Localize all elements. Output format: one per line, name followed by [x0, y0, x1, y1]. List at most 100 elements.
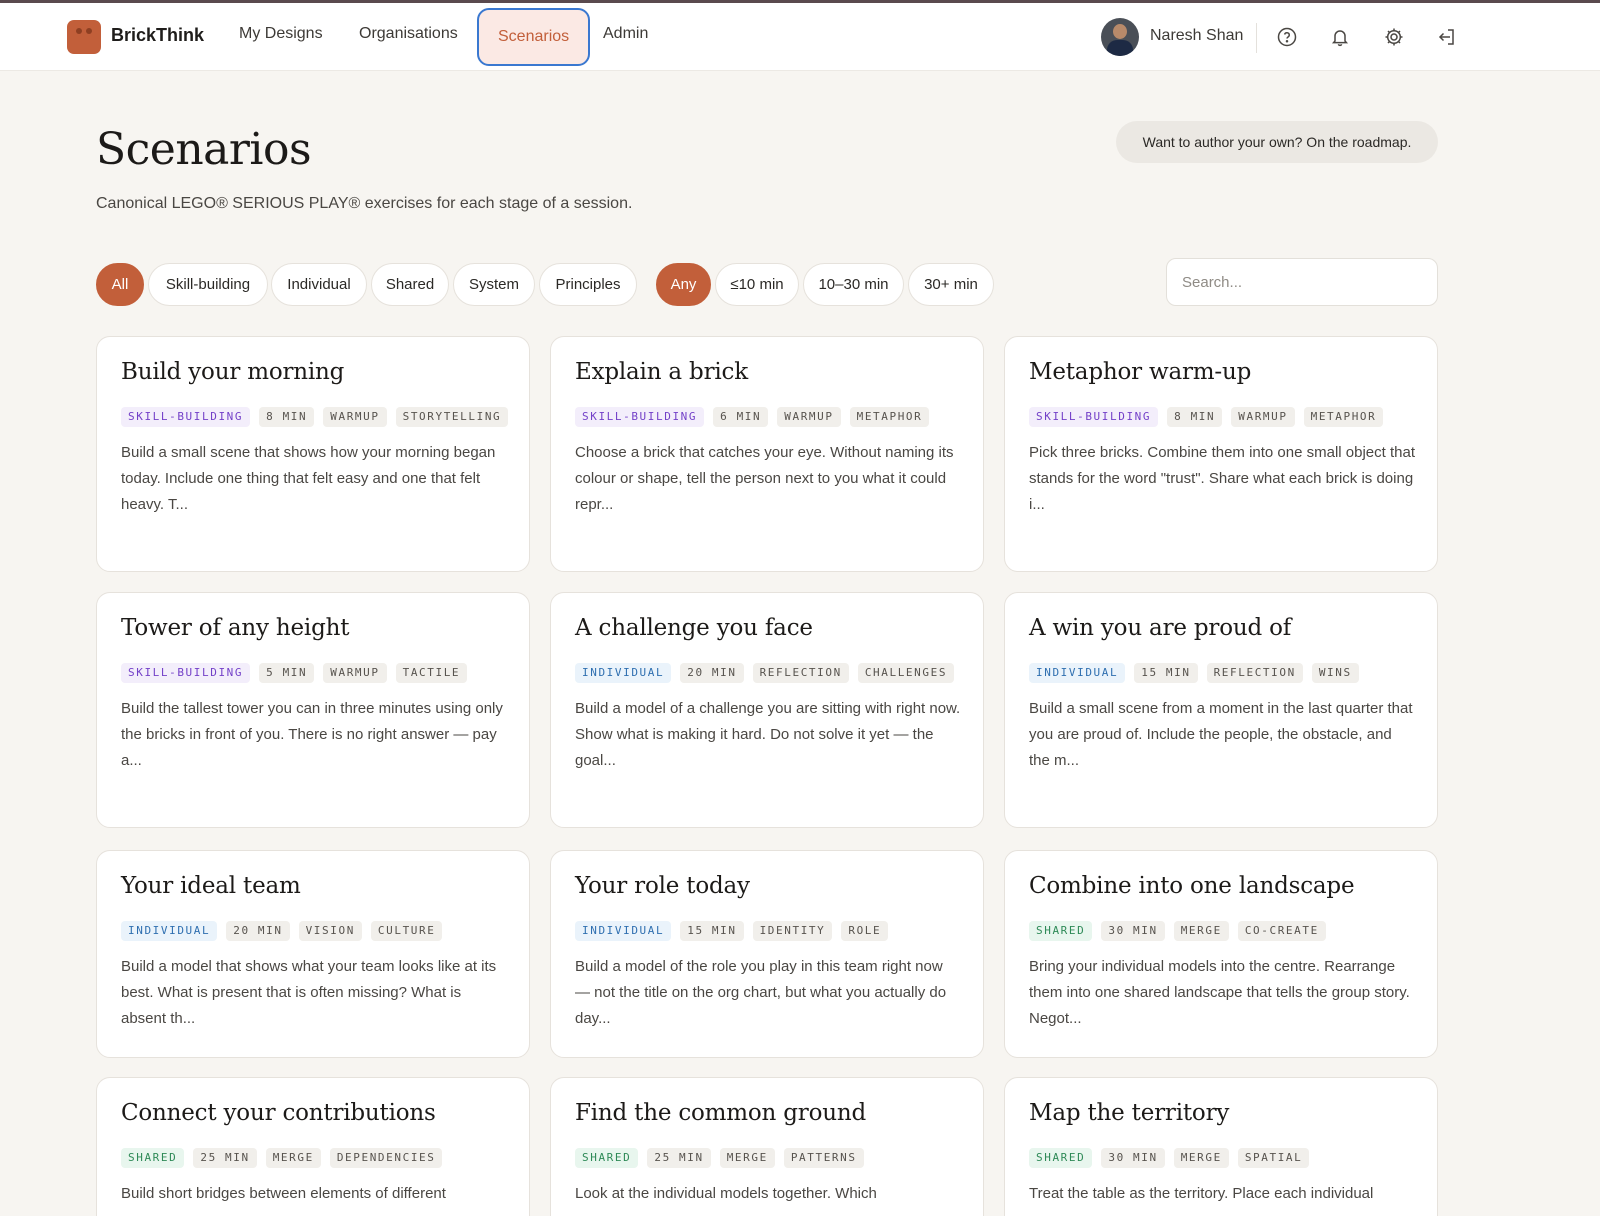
header-divider [1256, 23, 1257, 53]
page-subtitle: Canonical LEGO® SERIOUS PLAY® exercises … [96, 195, 633, 212]
topic-tag: REFLECTION [752, 663, 849, 683]
category-tag: INDIVIDUAL [575, 663, 672, 683]
category-tag: INDIVIDUAL [121, 921, 218, 941]
scenario-card-description: Treat the table as the territory. Place … [1029, 1185, 1374, 1202]
scenario-card-description: Build a small scene that shows how your … [121, 444, 496, 513]
filter-chip-shared[interactable]: Shared [371, 263, 449, 306]
scenario-card[interactable]: Find the common ground SHARED 25 MIN MERGE P… [550, 1077, 984, 1216]
scenario-card-tags: SKILL-BUILDING 8 MIN WARMUP METAPHOR [1029, 407, 1421, 427]
scenario-card-description: Build a model that shows what your team … [121, 958, 497, 1027]
topic-tag: WARMUP [777, 407, 841, 427]
category-tag: INDIVIDUAL [575, 921, 672, 941]
filter-chip-skill-building[interactable]: Skill-building [148, 263, 268, 306]
nav-my-designs[interactable]: My Designs [239, 25, 323, 43]
topic-tag: DEPENDENCIES [329, 1148, 443, 1168]
topic-tag: VISION [298, 921, 362, 941]
topic-tag: METAPHOR [1303, 407, 1384, 427]
scenario-card[interactable]: Build your morning SKILL-BUILDING 8 MIN WAR… [96, 336, 530, 572]
duration-tag: 30 MIN [1101, 921, 1165, 941]
scenario-card-description: Build short bridges between elements of … [121, 1185, 446, 1202]
scenario-card-title: Explain a brick [575, 359, 748, 385]
brand-name[interactable]: BrickThink [111, 25, 204, 46]
duration-chip-10-30[interactable]: 10–30 min [803, 263, 904, 306]
duration-tag: 15 MIN [680, 921, 744, 941]
duration-tag: 20 MIN [680, 663, 744, 683]
category-tag: SKILL-BUILDING [121, 663, 251, 683]
category-tag: INDIVIDUAL [1029, 663, 1126, 683]
user-avatar[interactable] [1101, 18, 1139, 56]
category-tag: SKILL-BUILDING [1029, 407, 1159, 427]
category-tag: SKILL-BUILDING [121, 407, 251, 427]
scenario-card-tags: SHARED 25 MIN MERGE PATTERNS [575, 1148, 967, 1168]
duration-chip-any[interactable]: Any [656, 263, 711, 306]
topic-tag: PATTERNS [783, 1148, 864, 1168]
bell-icon[interactable] [1328, 25, 1352, 49]
scenario-card-tags: INDIVIDUAL 15 MIN REFLECTION WINS [1029, 663, 1421, 683]
scenario-card[interactable]: Connect your contributions SHARED 25 MIN ME… [96, 1077, 530, 1216]
scenario-card[interactable]: Map the territory SHARED 30 MIN MERGE SPATIA… [1004, 1077, 1438, 1216]
scenario-card-title: Your role today [575, 873, 750, 899]
scenario-card-tags: SKILL-BUILDING 8 MIN WARMUP STORYTELLING [121, 407, 513, 427]
topic-tag: MERGE [1173, 1148, 1229, 1168]
nav-organisations[interactable]: Organisations [359, 25, 458, 43]
nav-admin[interactable]: Admin [603, 25, 648, 43]
topic-tag: METAPHOR [849, 407, 930, 427]
scenario-card[interactable]: Combine into one landscape SHARED 30 MIN ME… [1004, 850, 1438, 1058]
topic-tag: IDENTITY [752, 921, 833, 941]
topic-tag: TACTILE [395, 663, 468, 683]
topic-tag: CULTURE [370, 921, 443, 941]
scenario-card[interactable]: Explain a brick SKILL-BUILDING 6 MIN WARMUP… [550, 336, 984, 572]
scenario-card-tags: SHARED 30 MIN MERGE CO-CREATE [1029, 921, 1421, 941]
scenario-card-title: Combine into one landscape [1029, 873, 1355, 899]
category-tag: SKILL-BUILDING [575, 407, 705, 427]
topic-tag: ROLE [841, 921, 889, 941]
duration-tag: 8 MIN [1167, 407, 1223, 427]
scenario-card[interactable]: Your ideal team INDIVIDUAL 20 MIN VISION CUL… [96, 850, 530, 1058]
filter-chip-all[interactable]: All [96, 263, 144, 306]
scenario-card[interactable]: A challenge you face INDIVIDUAL 20 MIN REFL… [550, 592, 984, 828]
topic-tag: REFLECTION [1206, 663, 1303, 683]
duration-tag: 5 MIN [259, 663, 315, 683]
top-navigation-bar: BrickThink My Designs Organisations Scen… [0, 3, 1600, 71]
page-title: Scenarios [96, 124, 312, 175]
user-name[interactable]: Naresh Shan [1150, 27, 1243, 45]
topic-tag: SPATIAL [1237, 1148, 1310, 1168]
scenario-card-tags: INDIVIDUAL 20 MIN REFLECTION CHALLENGES [575, 663, 967, 683]
scenario-card[interactable]: A win you are proud of INDIVIDUAL 15 MIN RE… [1004, 592, 1438, 828]
scenario-card-tags: INDIVIDUAL 20 MIN VISION CULTURE [121, 921, 513, 941]
scenario-card-description: Build a model of the role you play in th… [575, 958, 947, 1027]
scenario-card-tags: SHARED 30 MIN MERGE SPATIAL [1029, 1148, 1421, 1168]
category-tag: SHARED [1029, 921, 1093, 941]
nav-scenarios[interactable]: Scenarios [477, 8, 591, 66]
brickthink-logo-icon[interactable] [67, 20, 101, 54]
topic-tag: CO-CREATE [1237, 921, 1326, 941]
topic-tag: STORYTELLING [395, 407, 509, 427]
duration-tag: 6 MIN [713, 407, 769, 427]
gear-icon[interactable] [1382, 25, 1406, 49]
duration-tag: 15 MIN [1134, 663, 1198, 683]
scenario-card-title: Tower of any height [121, 615, 350, 641]
scenario-card-description: Pick three bricks. Combine them into one… [1029, 444, 1416, 513]
filter-chip-individual[interactable]: Individual [271, 263, 367, 306]
topic-tag: MERGE [265, 1148, 321, 1168]
search-input[interactable] [1166, 258, 1438, 306]
scenario-card-description: Build a small scene from a moment in the… [1029, 700, 1413, 769]
duration-chip-30-plus[interactable]: 30+ min [908, 263, 994, 306]
scenario-card-tags: SKILL-BUILDING 6 MIN WARMUP METAPHOR [575, 407, 967, 427]
help-icon[interactable] [1275, 25, 1299, 49]
scenario-card[interactable]: Tower of any height SKILL-BUILDING 5 MIN WA… [96, 592, 530, 828]
topic-tag: MERGE [719, 1148, 775, 1168]
scenario-card-title: Your ideal team [121, 873, 301, 899]
filter-chip-system[interactable]: System [453, 263, 535, 306]
topic-tag: WARMUP [323, 407, 387, 427]
duration-chip-under-10[interactable]: ≤10 min [715, 263, 799, 306]
scenario-card[interactable]: Your role today INDIVIDUAL 15 MIN IDENTITY R… [550, 850, 984, 1058]
scenario-card-title: Map the territory [1029, 1100, 1230, 1126]
scenario-card-tags: SHARED 25 MIN MERGE DEPENDENCIES [121, 1148, 513, 1168]
scenario-card-title: A win you are proud of [1029, 615, 1292, 641]
filter-chip-principles[interactable]: Principles [539, 263, 637, 306]
scenario-card-description: Build a model of a challenge you are sit… [575, 700, 961, 769]
scenario-card-tags: SKILL-BUILDING 5 MIN WARMUP TACTILE [121, 663, 513, 683]
scenario-card[interactable]: Metaphor warm-up SKILL-BUILDING 8 MIN WARMU… [1004, 336, 1438, 572]
logout-icon[interactable] [1435, 25, 1459, 49]
